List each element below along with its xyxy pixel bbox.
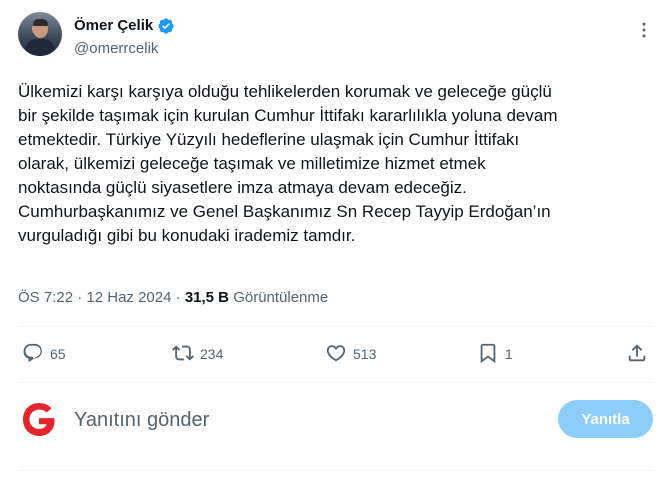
bookmark-button[interactable]: 1 <box>477 338 513 370</box>
divider <box>18 326 653 327</box>
retweet-count: 234 <box>200 346 224 362</box>
author-avatar[interactable] <box>18 12 62 56</box>
views-label: Görüntülenme <box>233 289 329 306</box>
tweet-meta: ÖS 7:22 · 12 Haz 2024 · 31,5 B Görüntüle… <box>18 288 328 308</box>
divider <box>18 382 653 383</box>
views-count: 31,5 B <box>184 289 230 306</box>
like-count: 513 <box>353 346 377 362</box>
tweet-card: Ömer Çelik @omerrcelik Ülkemizi karşı ka… <box>0 0 671 488</box>
like-button[interactable]: 513 <box>325 338 376 370</box>
author-name-row: Ömer Çelik <box>74 17 175 35</box>
author-handle[interactable]: @omerrcelik <box>74 40 158 58</box>
reply-button[interactable]: 65 <box>22 338 66 370</box>
tweet-time[interactable]: ÖS 7:22 <box>18 289 73 306</box>
retweet-icon <box>172 342 194 367</box>
bookmark-icon <box>477 342 499 367</box>
reply-icon <box>22 342 44 367</box>
retweet-button[interactable]: 234 <box>172 338 223 370</box>
brand-g-logo-icon <box>23 403 55 436</box>
share-button[interactable] <box>626 338 648 370</box>
reply-input[interactable]: Yanıtını gönder <box>74 408 209 432</box>
meta-separator: · <box>73 289 87 306</box>
share-icon <box>626 342 648 367</box>
reply-count: 65 <box>50 346 66 362</box>
user-avatar[interactable] <box>18 398 60 440</box>
tweet-text: Ülkemizi karşı karşıya olduğu tehlikeler… <box>18 82 558 245</box>
action-bar: 65 234 513 1 <box>0 338 671 370</box>
more-icon[interactable] <box>632 18 656 42</box>
verified-badge-icon[interactable] <box>157 17 175 35</box>
meta-separator-2: · <box>171 289 185 306</box>
bookmark-count: 1 <box>505 346 513 362</box>
tweet-date[interactable]: 12 Haz 2024 <box>86 289 171 306</box>
divider <box>18 470 653 471</box>
like-icon <box>325 342 347 367</box>
reply-submit-button[interactable]: Yanıtla <box>558 400 653 438</box>
author-display-name[interactable]: Ömer Çelik <box>74 17 153 35</box>
